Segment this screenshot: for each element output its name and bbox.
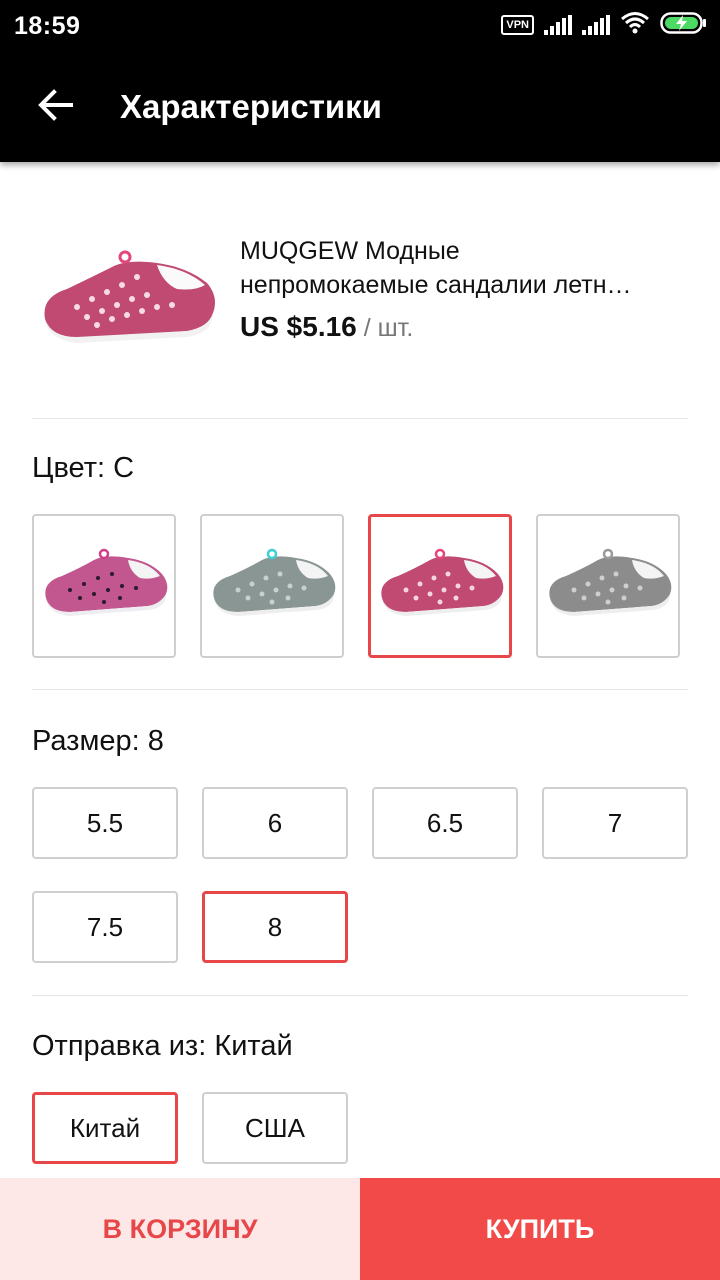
battery-charging-icon [660, 11, 708, 40]
color-option-gray[interactable] [536, 514, 680, 658]
color-section-title: Цвет: C [32, 452, 135, 484]
vpn-icon: VPN [501, 15, 534, 35]
size-option-7[interactable]: 7 [542, 787, 688, 859]
ship-from-option-china[interactable]: Китай [32, 1092, 178, 1164]
divider [32, 995, 688, 996]
status-icons: VPN [501, 11, 708, 40]
size-option-6[interactable]: 6 [202, 787, 348, 859]
buy-now-button[interactable]: КУПИТЬ [360, 1178, 720, 1280]
product-image [32, 222, 222, 382]
price-unit: / шт. [356, 314, 414, 342]
price-value: US $5.16 [240, 311, 357, 342]
wifi-icon [620, 11, 650, 40]
color-option-pink-speckled[interactable] [32, 514, 176, 658]
size-option-7-5[interactable]: 7.5 [32, 891, 178, 963]
ship-from-section-title: Отправка из: Китай [32, 1030, 293, 1062]
signal-icon [544, 15, 572, 35]
ship-from-option-usa[interactable]: США [202, 1092, 348, 1164]
app-bar: Характеристики [0, 52, 720, 162]
color-option-gray-teal[interactable] [200, 514, 344, 658]
status-time: 18:59 [14, 12, 81, 40]
signal-icon [582, 15, 610, 35]
divider [32, 689, 688, 690]
add-to-cart-button[interactable]: В КОРЗИНУ [0, 1178, 360, 1280]
back-button[interactable] [30, 82, 80, 132]
size-option-8[interactable]: 8 [202, 891, 348, 963]
size-section-title: Размер: 8 [32, 725, 164, 757]
bottom-action-bar: В КОРЗИНУ КУПИТЬ [0, 1178, 720, 1280]
divider [32, 418, 688, 419]
product-price: US $5.16 / шт. [240, 311, 413, 343]
product-name-line: непромокаемые сандалии летн… [240, 271, 632, 299]
arrow-left-icon [37, 88, 73, 126]
size-option-5-5[interactable]: 5.5 [32, 787, 178, 859]
status-bar: 18:59 VPN [0, 0, 720, 52]
size-option-6-5[interactable]: 6.5 [372, 787, 518, 859]
product-name: MUQGEW Модные непромокаемые сандалии лет… [240, 234, 690, 302]
color-option-rose-pink[interactable] [368, 514, 512, 658]
product-name-line: MUQGEW Модные [240, 237, 460, 265]
screen-title: Характеристики [120, 88, 382, 125]
